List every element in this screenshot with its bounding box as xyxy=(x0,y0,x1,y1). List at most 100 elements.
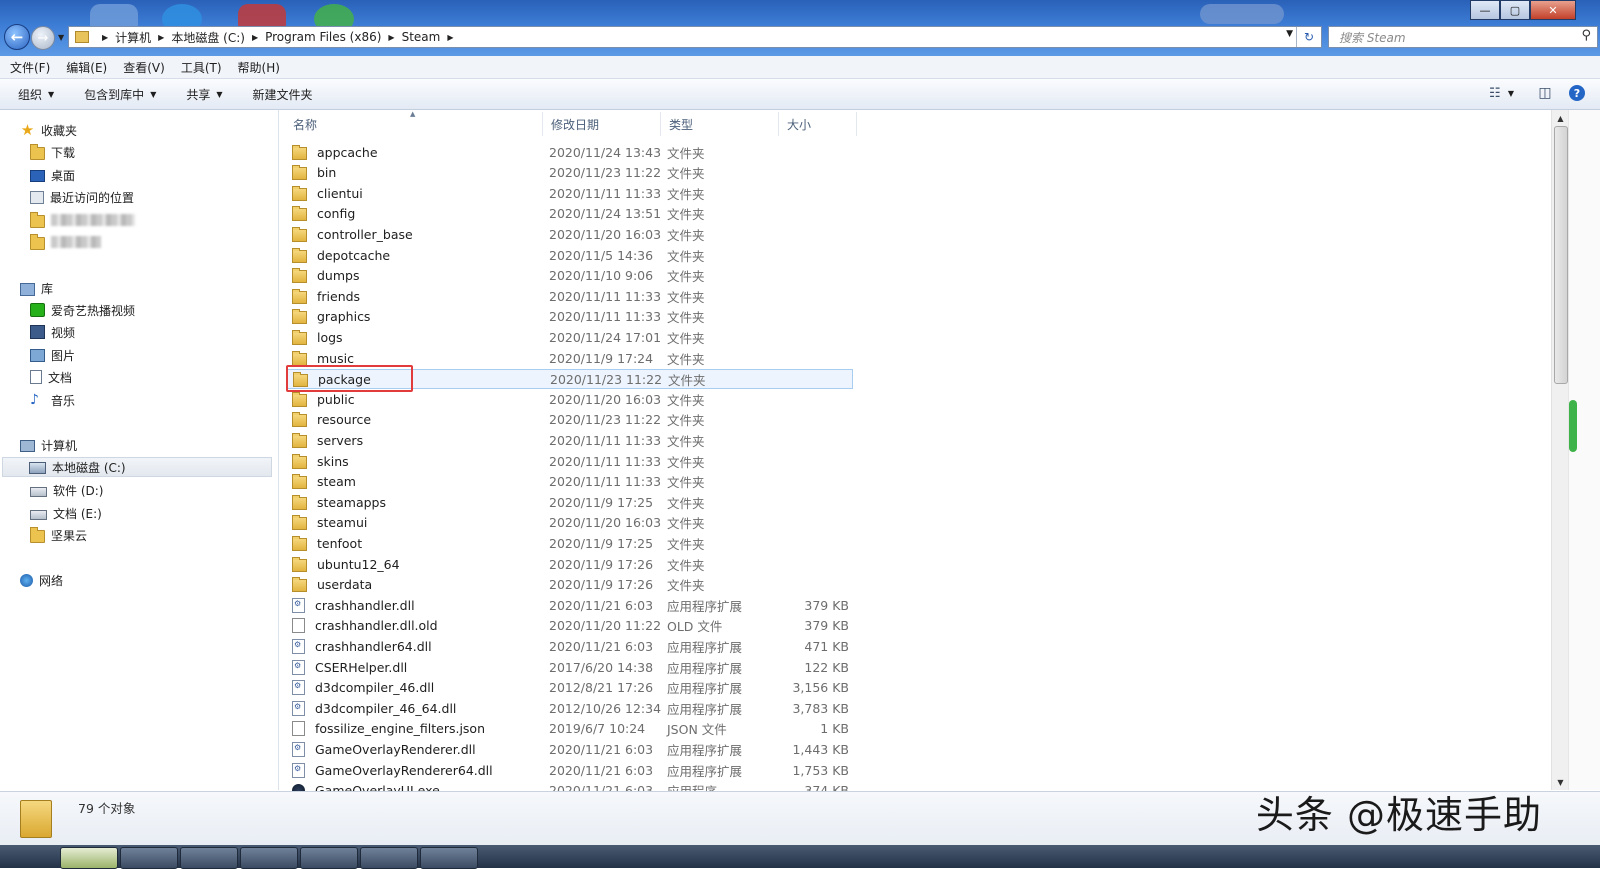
file-row[interactable]: appcache 2020/11/24 13:43 文件夹 xyxy=(287,142,853,162)
nav-pictures[interactable]: 图片 xyxy=(30,345,75,365)
taskbar-app[interactable] xyxy=(300,847,358,869)
file-row[interactable]: config 2020/11/24 13:51 文件夹 xyxy=(287,204,853,224)
file-row[interactable]: crashhandler.dll 2020/11/21 6:03 应用程序扩展 379… xyxy=(287,595,853,615)
column-header-type[interactable]: 类型 xyxy=(661,112,779,136)
taskbar-app[interactable] xyxy=(420,847,478,869)
include-in-library-button[interactable]: 包含到库中 ▼ xyxy=(84,86,156,103)
vertical-scrollbar[interactable]: ▲ ▼ xyxy=(1551,110,1569,790)
preview-pane-icon[interactable]: ◫ xyxy=(1536,85,1554,101)
file-row[interactable]: GameOverlayRenderer64.dll 2020/11/21 6:03… xyxy=(287,760,853,780)
side-handle[interactable] xyxy=(1569,400,1577,452)
file-row[interactable]: friends 2020/11/11 11:33 文件夹 xyxy=(287,286,853,306)
scrollbar-thumb[interactable] xyxy=(1554,126,1568,384)
breadcrumb-drive-c[interactable]: 本地磁盘 (C:) xyxy=(171,29,245,46)
nav-downloads[interactable]: 下载 xyxy=(30,142,75,162)
file-row[interactable]: fossilize_engine_filters.json 2019/6/7 10… xyxy=(287,719,853,739)
file-row[interactable]: resource 2020/11/23 11:22 文件夹 xyxy=(287,410,853,430)
file-size xyxy=(757,513,849,533)
nav-computer[interactable]: 计算机 xyxy=(20,435,77,455)
chevron-down-icon[interactable]: ▼ xyxy=(1508,89,1514,98)
nav-music[interactable]: ♪ 音乐 xyxy=(30,390,75,410)
file-size xyxy=(757,348,849,368)
nav-videos[interactable]: 视频 xyxy=(30,322,75,342)
dll-file-icon xyxy=(292,597,305,613)
nav-iqiyi[interactable]: 爱奇艺热播视频 xyxy=(30,300,135,320)
new-folder-button[interactable]: 新建文件夹 xyxy=(253,86,313,103)
nav-jianguoyun[interactable]: 坚果云 xyxy=(30,525,87,545)
help-button[interactable]: ? xyxy=(1568,85,1586,101)
recent-pages-dropdown[interactable]: ▼ xyxy=(58,33,64,42)
file-type: 文件夹 xyxy=(667,248,705,264)
file-row[interactable]: servers 2020/11/11 11:33 文件夹 xyxy=(287,430,853,450)
chevron-down-icon[interactable]: ▼ xyxy=(1286,29,1293,39)
file-row[interactable]: d3dcompiler_46.dll 2012/8/21 17:26 应用程序扩展 3… xyxy=(287,678,853,698)
file-row[interactable]: userdata 2020/11/9 17:26 文件夹 xyxy=(287,575,853,595)
menu-edit[interactable]: 编辑(E) xyxy=(66,59,107,76)
file-row[interactable]: steamapps 2020/11/9 17:25 文件夹 xyxy=(287,492,853,512)
file-row[interactable]: logs 2020/11/24 17:01 文件夹 xyxy=(287,327,853,347)
scroll-up-arrow-icon[interactable]: ▲ xyxy=(1552,110,1569,126)
nav-blurred-item[interactable] xyxy=(30,210,135,230)
nav-desktop[interactable]: 桌面 xyxy=(30,165,75,185)
file-row[interactable]: steam 2020/11/11 11:33 文件夹 xyxy=(287,472,853,492)
taskbar-app[interactable] xyxy=(60,847,118,869)
column-header-size[interactable]: 大小 xyxy=(779,112,857,136)
file-row[interactable]: controller_base 2020/11/20 16:03 文件夹 xyxy=(287,224,853,244)
nav-drive-c[interactable]: 本地磁盘 (C:) xyxy=(2,457,272,477)
back-button[interactable]: ← xyxy=(4,24,30,50)
file-row[interactable]: bin 2020/11/23 11:22 文件夹 xyxy=(287,163,853,183)
breadcrumb-computer[interactable]: 计算机 xyxy=(115,29,151,46)
taskbar-app[interactable] xyxy=(180,847,238,869)
file-row[interactable]: depotcache 2020/11/5 14:36 文件夹 xyxy=(287,245,853,265)
file-name-cell: d3dcompiler_46_64.dll xyxy=(292,698,456,718)
close-button[interactable]: ✕ xyxy=(1530,0,1576,20)
file-name: GameOverlayRenderer.dll xyxy=(315,741,476,757)
column-header-date[interactable]: 修改日期 xyxy=(543,112,661,136)
file-date: 2020/11/11 11:33 xyxy=(549,185,662,201)
file-row[interactable]: steamui 2020/11/20 16:03 文件夹 xyxy=(287,513,853,533)
taskbar-app[interactable] xyxy=(360,847,418,869)
menu-file[interactable]: 文件(F) xyxy=(10,59,50,76)
dll-file-icon xyxy=(292,638,305,654)
share-button[interactable]: 共享 ▼ xyxy=(186,86,222,103)
nav-drive-e[interactable]: 文档 (E:) xyxy=(30,503,102,523)
nav-network[interactable]: 网络 xyxy=(20,570,63,590)
nav-recent-places[interactable]: 最近访问的位置 xyxy=(30,187,134,207)
arrow-left-icon: ← xyxy=(10,28,24,46)
forward-button[interactable]: → xyxy=(31,26,55,50)
taskbar-app[interactable] xyxy=(240,847,298,869)
breadcrumb-steam[interactable]: Steam xyxy=(402,30,441,44)
breadcrumb-program-files[interactable]: Program Files (x86) xyxy=(265,30,381,44)
nav-libraries[interactable]: 库 xyxy=(20,278,53,298)
taskbar-app[interactable] xyxy=(120,847,178,869)
file-row[interactable]: d3dcompiler_46_64.dll 2012/10/26 12:34 应用程… xyxy=(287,698,853,718)
search-input[interactable]: 搜索 Steam ⚲ xyxy=(1328,26,1598,48)
file-row[interactable]: crashhandler.dll.old 2020/11/20 11:22 OLD … xyxy=(287,616,853,636)
file-row[interactable]: clientui 2020/11/11 11:33 文件夹 xyxy=(287,183,853,203)
file-row[interactable]: CSERHelper.dll 2017/6/20 14:38 应用程序扩展 122 K… xyxy=(287,657,853,677)
view-options-icon[interactable]: ☷ xyxy=(1486,85,1504,101)
menu-help[interactable]: 帮助(H) xyxy=(238,59,280,76)
maximize-button[interactable]: ▢ xyxy=(1500,0,1530,20)
file-row[interactable]: graphics 2020/11/11 11:33 文件夹 xyxy=(287,307,853,327)
file-row[interactable]: crashhandler64.dll 2020/11/21 6:03 应用程序扩展 4… xyxy=(287,636,853,656)
menu-tools[interactable]: 工具(T) xyxy=(181,59,222,76)
folder-icon xyxy=(292,577,307,593)
nav-blurred-item[interactable] xyxy=(30,232,101,252)
file-row[interactable]: public 2020/11/20 16:03 文件夹 xyxy=(287,389,853,409)
minimize-button[interactable]: — xyxy=(1470,0,1500,20)
nav-documents[interactable]: 文档 xyxy=(30,367,72,387)
search-icon[interactable]: ⚲ xyxy=(1581,28,1591,43)
file-row[interactable]: skins 2020/11/11 11:33 文件夹 xyxy=(287,451,853,471)
nav-favorites[interactable]: ★ 收藏夹 xyxy=(20,120,77,140)
organize-button[interactable]: 组织 ▼ xyxy=(18,86,54,103)
nav-drive-d[interactable]: 软件 (D:) xyxy=(30,480,103,500)
menu-view[interactable]: 查看(V) xyxy=(123,59,165,76)
scroll-down-arrow-icon[interactable]: ▼ xyxy=(1552,774,1569,790)
file-row[interactable]: GameOverlayRenderer.dll 2020/11/21 6:03 应用… xyxy=(287,739,853,759)
file-row[interactable]: dumps 2020/11/10 9:06 文件夹 xyxy=(287,266,853,286)
file-row[interactable]: ubuntu12_64 2020/11/9 17:26 文件夹 xyxy=(287,554,853,574)
refresh-icon[interactable]: ↻ xyxy=(1296,27,1321,47)
address-bar[interactable]: ▶ 计算机 ▶ 本地磁盘 (C:) ▶ Program Files (x86) … xyxy=(68,26,1322,48)
file-row[interactable]: tenfoot 2020/11/9 17:25 文件夹 xyxy=(287,533,853,553)
